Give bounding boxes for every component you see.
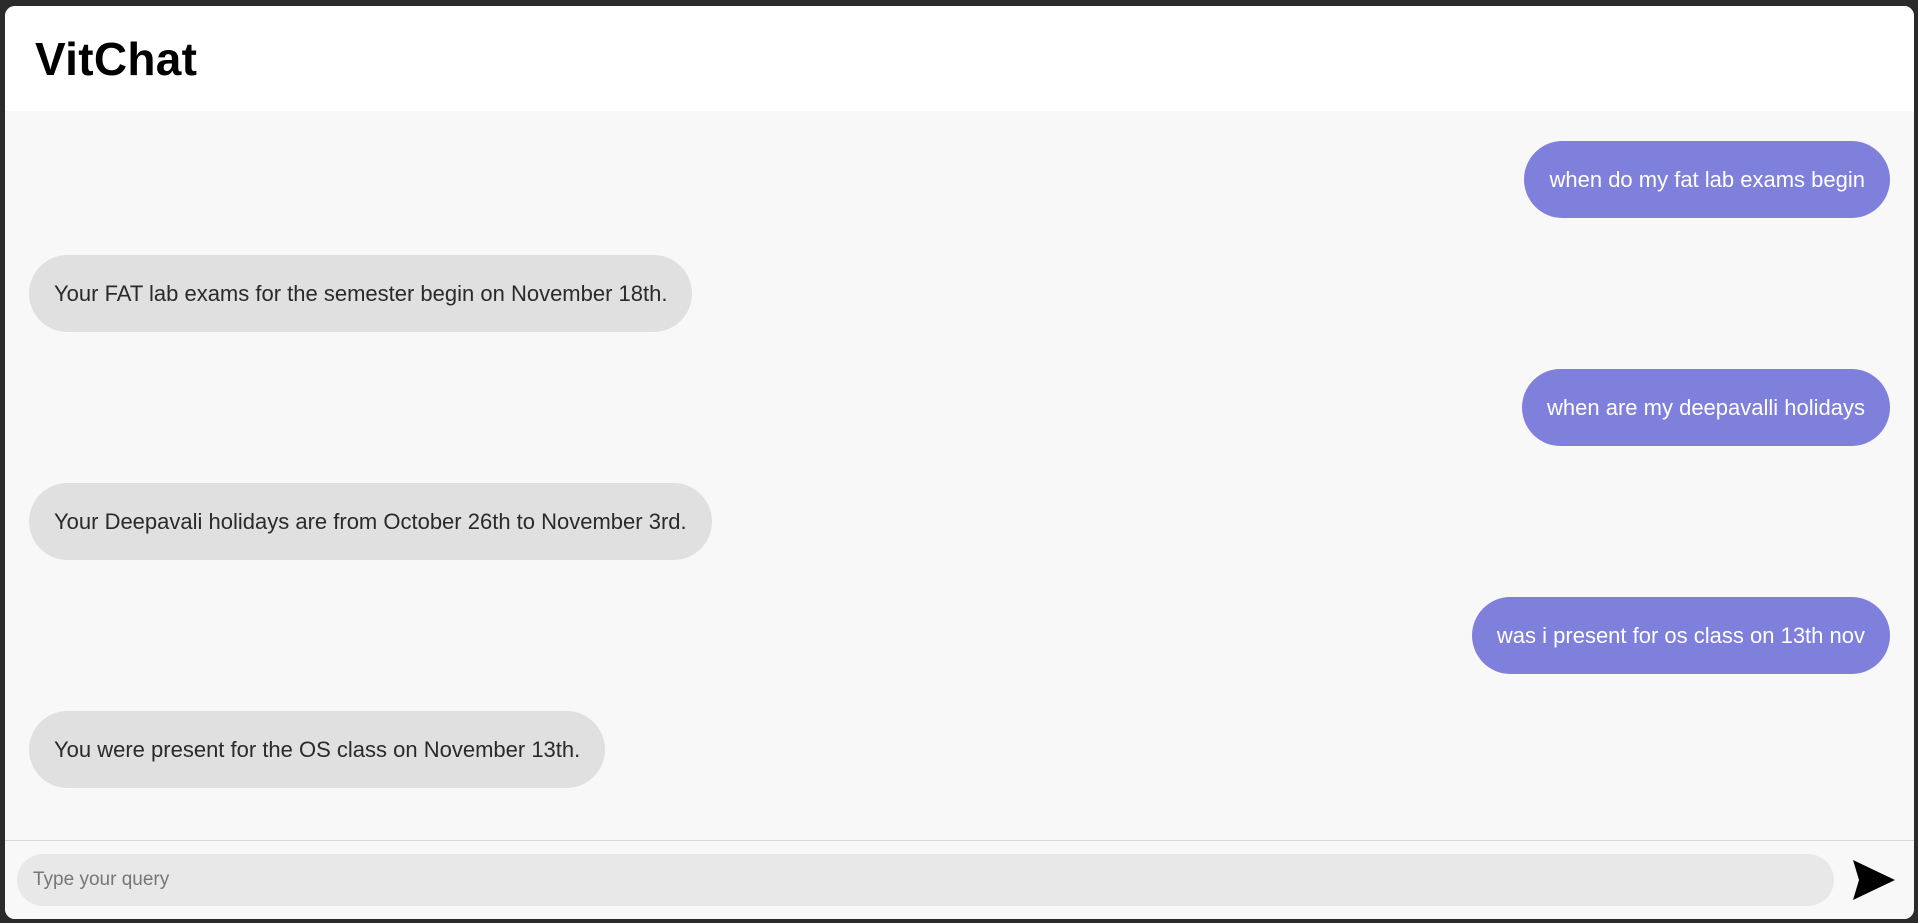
app-title: VitChat <box>35 32 198 85</box>
app-header: VitChat <box>5 6 1914 111</box>
user-message: when do my fat lab exams begin <box>1524 141 1890 218</box>
composer-bar <box>5 840 1914 919</box>
user-message: was i present for os class on 13th nov <box>1471 597 1890 674</box>
send-button[interactable] <box>1846 852 1902 908</box>
bot-message: Your Deepavali holidays are from October… <box>29 483 712 560</box>
bot-message: You were present for the OS class on Nov… <box>29 711 606 788</box>
send-arrow-icon <box>1853 860 1895 900</box>
bot-message: Your FAT lab exams for the semester begi… <box>29 255 693 332</box>
query-input[interactable] <box>17 854 1834 906</box>
user-message: when are my deepavalli holidays <box>1522 369 1890 446</box>
app-window: VitChat when do my fat lab exams begin Y… <box>5 6 1914 919</box>
message-list[interactable]: when do my fat lab exams begin Your FAT … <box>5 111 1914 840</box>
